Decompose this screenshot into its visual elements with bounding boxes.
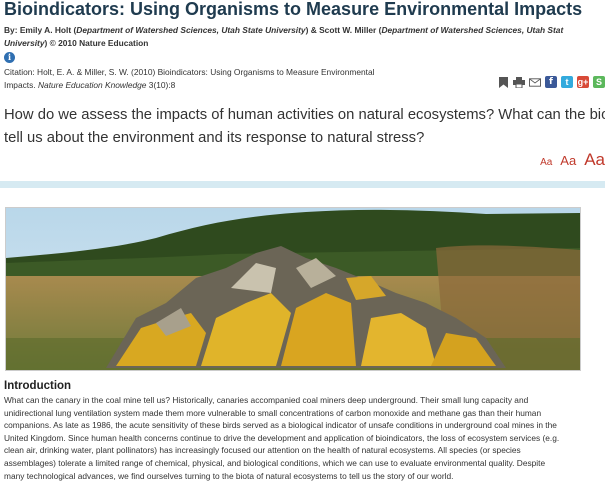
facebook-icon[interactable]: f — [545, 76, 557, 88]
email-icon[interactable] — [529, 76, 541, 88]
intro-line: many technological advances, we find our… — [4, 470, 454, 481]
lead-line2: tell us about the environment and its re… — [4, 129, 425, 146]
print-icon[interactable] — [513, 76, 525, 88]
citation-volume: 3(10):8 — [146, 79, 176, 90]
introduction-text: What can the canary in the coal mine tel… — [4, 394, 604, 482]
lichen-rocks-photo — [5, 207, 581, 371]
info-icon[interactable]: i — [4, 52, 15, 63]
stumbleupon-icon[interactable]: S — [593, 76, 605, 88]
article-title: Bioindicators: Using Organisms to Measur… — [4, 0, 583, 19]
text-size-medium[interactable]: Aa — [560, 153, 576, 168]
citation-journal: Nature Education Knowledge — [37, 79, 147, 90]
intro-line: companions. As late as 1986, the acute s… — [4, 420, 557, 431]
twitter-icon[interactable]: t — [561, 76, 573, 88]
author-byline: By: Emily A. Holt (Department of Watersh… — [4, 24, 605, 49]
section-divider — [0, 181, 605, 188]
google-plus-icon[interactable]: g+ — [577, 76, 589, 88]
introduction-heading: Introduction — [4, 380, 72, 392]
citation: Citation: Holt, E. A. & Miller, S. W. (2… — [4, 66, 375, 91]
intro-line: assemblages) tolerate a limited range of… — [4, 457, 546, 468]
text-size-controls: Aa Aa Aa — [540, 150, 605, 170]
intro-line: United Kingdom. Since human health conce… — [4, 432, 560, 443]
byline-prefix: By: Emily A. Holt ( — [4, 25, 77, 35]
text-size-large[interactable]: Aa — [584, 150, 605, 170]
intro-line: unidirectional lung ventilation system m… — [4, 407, 542, 418]
text-size-small[interactable]: Aa — [540, 157, 552, 168]
citation-prefix: Impacts. — [4, 79, 38, 90]
author2-department: Department of Watershed Sciences, Utah S… — [381, 25, 564, 35]
intro-line: What can the canary in the coal mine tel… — [4, 395, 529, 405]
lead-line1: How do we assess the impacts of human ac… — [4, 107, 605, 123]
bookmark-icon[interactable] — [497, 76, 509, 88]
author1-department: Department of Watershed Sciences, Utah S… — [76, 25, 306, 35]
share-toolbar: f t g+ S — [497, 76, 605, 88]
intro-line: clean air, drinking water, plant pollina… — [4, 445, 521, 456]
copyright: ) © 2010 Nature Education — [44, 37, 149, 48]
article-lead: How do we assess the impacts of human ac… — [4, 104, 605, 149]
byline-mid: ) & Scott W. Miller ( — [305, 25, 382, 35]
citation-line1: Citation: Holt, E. A. & Miller, S. W. (2… — [4, 67, 375, 77]
author2-department-cont: University — [4, 37, 45, 48]
